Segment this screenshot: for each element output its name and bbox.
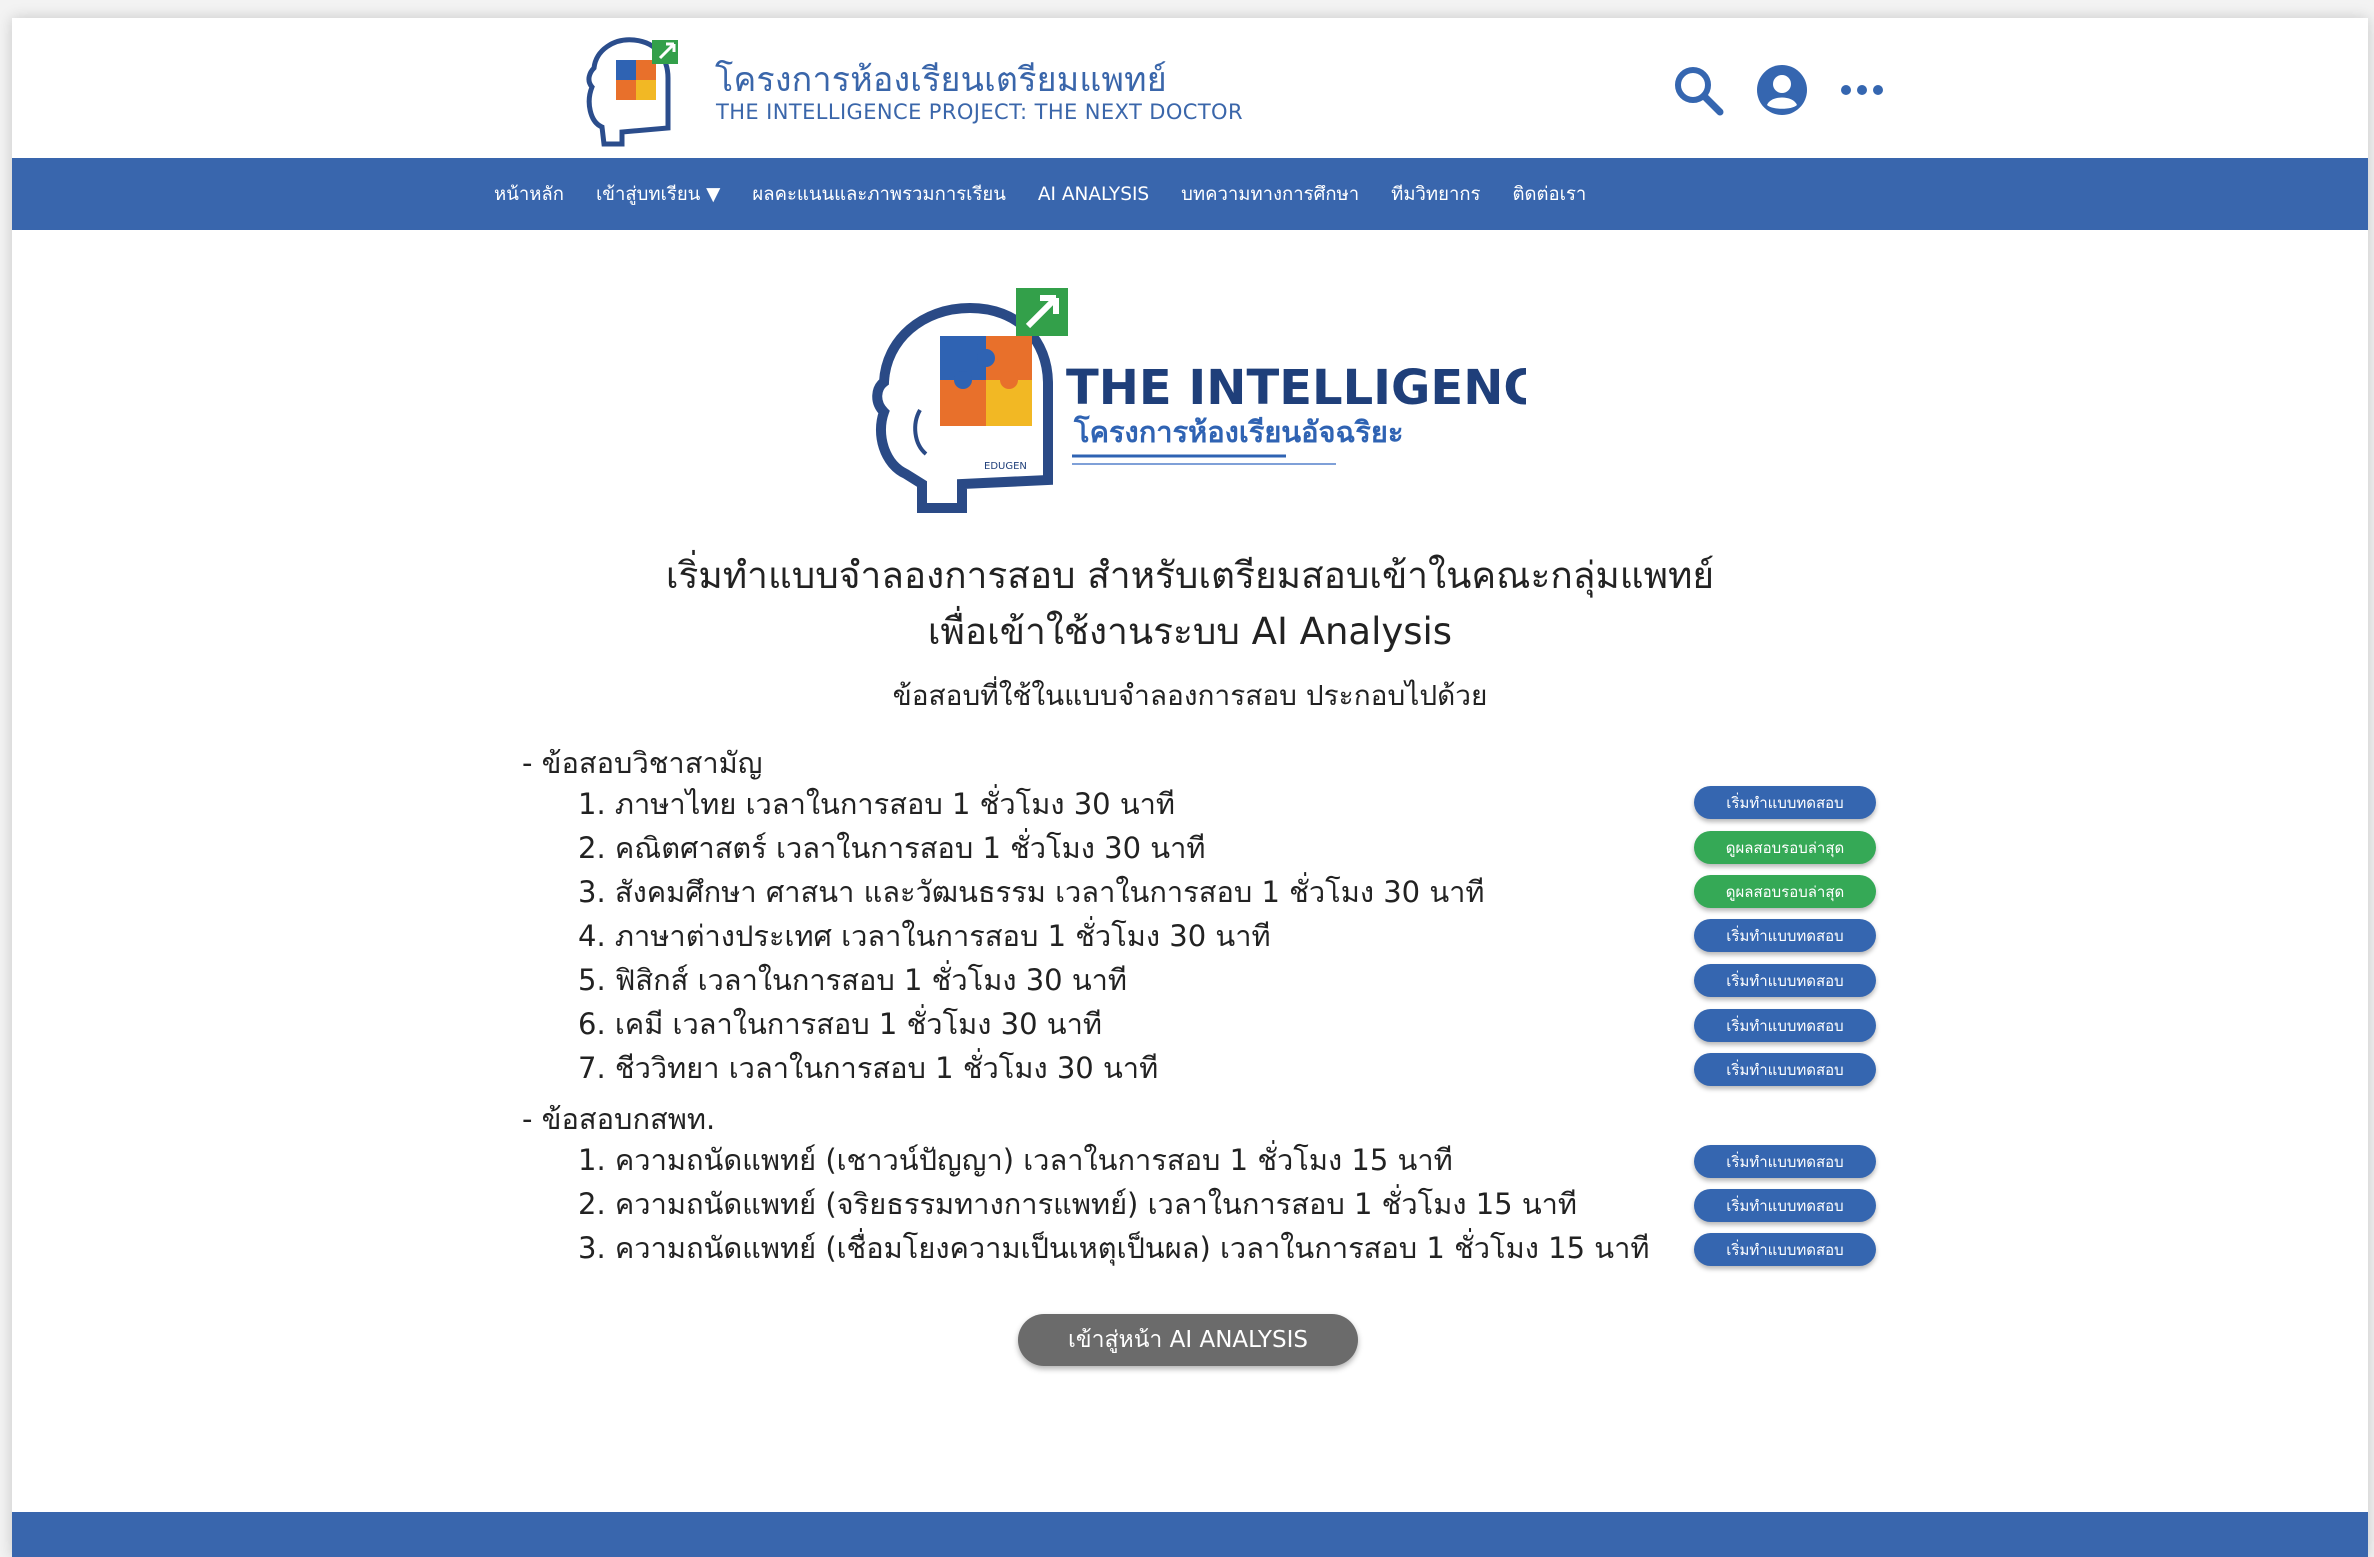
exam-item: 2. ความถนัดแพทย์ (จริยธรรมทางการแพทย์) เ… [578,1187,1578,1221]
exam-item: 2. คณิตศาสตร์ เวลาในการสอบ 1 ชั่วโมง 30 … [578,831,1206,865]
exam-item: 5. ฟิสิกส์ เวลาในการสอบ 1 ชั่วโมง 30 นาท… [578,963,1128,997]
exam-item: 4. ภาษาต่างประเทศ เวลาในการสอบ 1 ชั่วโมง… [578,919,1271,953]
site-title: โครงการห้องเรียนเตรียมแพทย์ [715,60,1167,100]
logo-badge: EDUGEN [984,461,1027,472]
site-header: โครงการห้องเรียนเตรียมแพทย์ THE INTELLIG… [12,18,2368,158]
start-exam-button[interactable]: เริ่มทำแบบทดสอบ [1694,1145,1876,1178]
page-heading-line2: เพื่อเข้าใช้งานระบบ AI Analysis [927,610,1453,653]
nav-item-articles[interactable]: บทความทางการศึกษา [1181,180,1359,209]
ai-analysis-button[interactable]: เข้าสู่หน้า AI ANALYSIS [1018,1314,1358,1366]
exam-item: 1. ภาษาไทย เวลาในการสอบ 1 ชั่วโมง 30 นาท… [578,787,1176,821]
view-result-button[interactable]: ดูผลสอบรอบล่าสุด [1694,831,1876,864]
exam-item: 6. เคมี เวลาในการสอบ 1 ชั่วโมง 30 นาที [578,1007,1102,1041]
account-icon[interactable] [1752,60,1812,120]
page-heading-line1: เริ่มทำแบบจำลองการสอบ สำหรับเตรียมสอบเข้… [665,554,1715,597]
view-result-button[interactable]: ดูผลสอบรอบล่าสุด [1694,875,1876,908]
more-icon[interactable] [1832,60,1892,120]
search-icon[interactable] [1668,60,1728,120]
main-nav: หน้าหลัก เข้าสู่บทเรียน ▼ ผลคะแนนและภาพร… [12,158,2368,230]
start-exam-button[interactable]: เริ่มทำแบบทดสอบ [1694,1053,1876,1086]
page-frame: โครงการห้องเรียนเตรียมแพทย์ THE INTELLIG… [12,18,2368,1557]
nav-item-scores[interactable]: ผลคะแนนและภาพรวมการเรียน [752,180,1005,209]
start-exam-button[interactable]: เริ่มทำแบบทดสอบ [1694,1233,1876,1266]
start-exam-button[interactable]: เริ่มทำแบบทดสอบ [1694,786,1876,819]
page-subheading: ข้อสอบที่ใช้ในแบบจำลองการสอบ ประกอบไปด้ว… [892,679,1488,712]
nav-item-lessons[interactable]: เข้าสู่บทเรียน ▼ [596,180,720,209]
section-title-gat: - ข้อสอบกสพท. [522,1102,716,1136]
nav-item-contact[interactable]: ติดต่อเรา [1512,180,1586,209]
exam-item: 7. ชีววิทยา เวลาในการสอบ 1 ชั่วโมง 30 นา… [578,1051,1159,1085]
section-title-general: - ข้อสอบวิชาสามัญ [522,746,763,780]
start-exam-button[interactable]: เริ่มทำแบบทดสอบ [1694,1189,1876,1222]
logo-title: THE INTELLIGENCE [1066,360,1526,416]
exam-item: 1. ความถนัดแพทย์ (เชาวน์ปัญญา) เวลาในการ… [578,1143,1453,1177]
site-subtitle: THE INTELLIGENCE PROJECT: THE NEXT DOCTO… [716,100,1243,124]
intelligence-logo: THE INTELLIGENCE โครงการห้องเรียนอัจฉริย… [872,288,1526,513]
nav-item-team[interactable]: ทีมวิทยากร [1391,180,1480,209]
nav-item-home[interactable]: หน้าหลัก [494,180,564,209]
exam-item: 3. ความถนัดแพทย์ (เชื่อมโยงความเป็นเหตุเ… [578,1231,1650,1265]
nav-item-ai-analysis[interactable]: AI ANALYSIS [1038,184,1149,205]
start-exam-button[interactable]: เริ่มทำแบบทดสอบ [1694,919,1876,952]
exam-item: 3. สังคมศึกษา ศาสนา และวัฒนธรรม เวลาในกา… [578,875,1485,909]
start-exam-button[interactable]: เริ่มทำแบบทดสอบ [1694,1009,1876,1042]
site-logo[interactable] [582,32,692,150]
site-footer [12,1512,2368,1557]
start-exam-button[interactable]: เริ่มทำแบบทดสอบ [1694,964,1876,997]
logo-subtitle: โครงการห้องเรียนอัจฉริยะ [1073,414,1403,449]
